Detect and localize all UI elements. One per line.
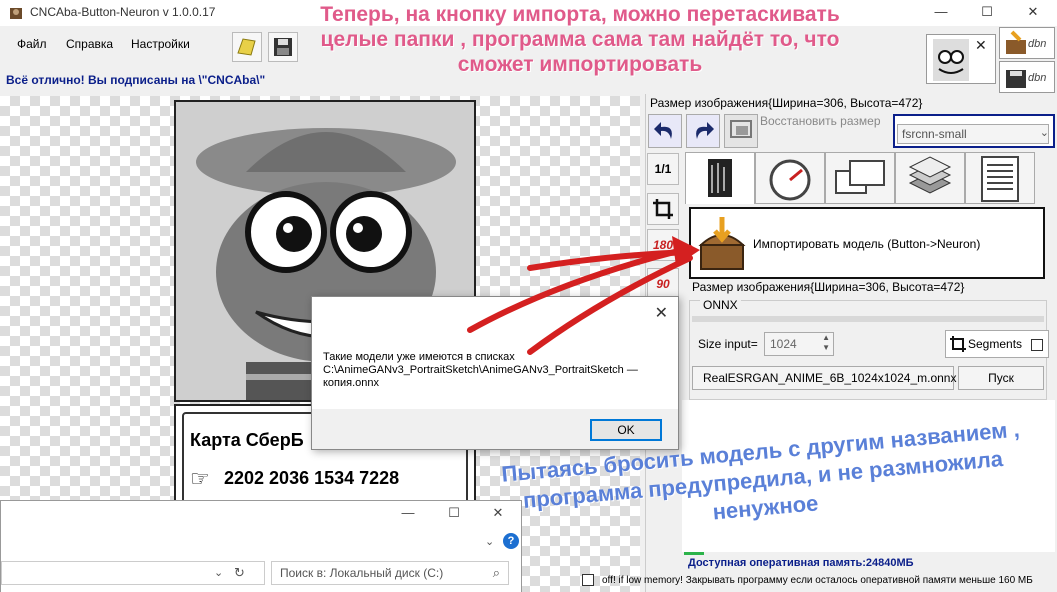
upscale-model-select[interactable]: fsrcnn-small ⌄ <box>893 114 1055 148</box>
ok-button[interactable]: OK <box>590 419 662 441</box>
rotate-180-button[interactable]: 180 <box>647 229 679 261</box>
search-placeholder: Поиск в: Локальный диск (C:) <box>280 566 444 580</box>
maximize-button[interactable]: ☐ <box>964 0 1010 26</box>
annotation-top-text: Теперь, на кнопку импорта, можно перетас… <box>320 3 840 76</box>
onnx-group-title: ONNX <box>700 298 741 312</box>
tab-layers[interactable] <box>895 152 965 204</box>
search-icon: ⌕ <box>492 565 500 580</box>
floppy-disk-icon <box>1006 70 1026 88</box>
crop-icon <box>653 199 673 219</box>
explorer-search-input[interactable]: Поиск в: Локальный диск (C:) ⌕ <box>271 561 509 585</box>
dialog-message: Такие модели уже имеются в списках C:\An… <box>323 351 638 389</box>
frog-thumbnail-image <box>933 39 969 81</box>
size-input-stepper[interactable]: 1024 ▲ ▼ <box>764 332 834 356</box>
low-memory-checkbox[interactable] <box>582 574 594 586</box>
model-select-value: fsrcnn-small <box>897 124 1049 144</box>
treasure-chest-icon <box>698 217 746 270</box>
restore-size-label: Восстановить размер <box>760 114 881 128</box>
resize-window-icon <box>730 120 752 138</box>
pointing-hand-icon: ☞ <box>190 466 210 491</box>
speedometer-icon <box>769 159 811 201</box>
memory-label: Доступная оперативная память:24840МБ <box>688 557 914 569</box>
low-memory-label: off! if low memory! Закрывать программу … <box>602 575 1033 586</box>
dialog-footer: OK <box>312 409 678 449</box>
crop-button[interactable] <box>647 193 679 225</box>
onnx-model-select[interactable]: RealESRGAN_ANIME_6B_1024x1024_m.onnx <box>692 366 956 390</box>
segments-toggle[interactable]: Segments <box>945 330 1049 358</box>
image-size-label-2: Размер изображения{Ширина=306, Высота=47… <box>692 280 965 294</box>
stepper-arrows-icon[interactable]: ▲ ▼ <box>822 333 830 353</box>
memory-indicator <box>684 552 704 555</box>
chevron-down-icon[interactable]: ⌄ <box>485 535 494 548</box>
segments-checkbox[interactable] <box>1031 339 1043 351</box>
subscription-status: Всё отлично! Вы подписаны на \"CNCAba\" <box>6 73 266 87</box>
undo-button[interactable] <box>648 114 682 148</box>
duplicate-model-dialog: ✕ Такие модели уже имеются в списках C:\… <box>311 296 679 450</box>
redo-arrow-icon <box>696 122 714 139</box>
size-input-label: Size input= <box>698 337 758 351</box>
floppy-chest-icon <box>1006 30 1026 54</box>
menu-file[interactable]: Файл <box>17 37 47 51</box>
open-button[interactable] <box>232 32 262 62</box>
thumbnail-dbn-1[interactable]: dbn <box>999 27 1055 59</box>
document-lines-icon <box>981 156 1019 202</box>
minimize-button[interactable]: — <box>918 0 964 26</box>
menu-settings[interactable]: Настройки <box>131 37 190 51</box>
undo-arrow-icon <box>654 122 672 139</box>
start-button[interactable]: Пуск <box>958 366 1044 390</box>
crop-icon <box>950 336 966 352</box>
tab-performance[interactable] <box>755 152 825 204</box>
thumbnail-label: dbn <box>1028 72 1047 84</box>
floppy-disk-icon <box>274 38 292 56</box>
scale-1-1-button[interactable]: 1/1 <box>647 153 679 185</box>
window-title: CNCAba-Button-Neuron v 1.0.0.17 <box>30 5 216 19</box>
overlapping-windows-icon <box>835 160 885 194</box>
import-model-label: Импортировать модель (Button->Neuron) <box>753 237 981 251</box>
close-button[interactable]: ✕ <box>1010 0 1056 26</box>
explorer-minimize-button[interactable]: — <box>385 505 431 520</box>
close-thumbnail-button[interactable]: ✕ <box>975 37 987 54</box>
refresh-icon[interactable]: ↻ <box>234 565 245 581</box>
layers-icon <box>908 156 952 194</box>
redo-button[interactable] <box>686 114 720 148</box>
thumbnail-dbn-2[interactable]: dbn <box>999 61 1055 93</box>
open-folder-icon <box>237 38 256 56</box>
import-model-button[interactable]: Импортировать модель (Button->Neuron) <box>689 207 1045 279</box>
tab-document[interactable] <box>965 152 1035 204</box>
file-explorer-window: — ☐ ✕ ⌄ ? ⌄ ↻ Поиск в: Локальный диск (C… <box>0 500 522 592</box>
restore-size-button[interactable] <box>724 114 758 148</box>
thumbnail-label: dbn <box>1028 38 1047 50</box>
tab-neuron[interactable] <box>685 152 755 204</box>
card-title: Карта СберБ <box>190 430 304 450</box>
menu-help[interactable]: Справка <box>66 37 113 51</box>
app-icon <box>10 8 22 19</box>
chevron-down-icon: ⌄ <box>1039 127 1049 139</box>
explorer-maximize-button[interactable]: ☐ <box>431 505 477 521</box>
neural-chip-icon <box>708 159 732 197</box>
onnx-progress-bar <box>692 316 1044 322</box>
thumbnail-frog[interactable]: ✕ <box>926 34 996 84</box>
address-bar[interactable]: ⌄ ↻ <box>1 561 265 585</box>
image-size-label: Размер изображения{Ширина=306, Высота=47… <box>650 96 923 110</box>
dialog-close-button[interactable]: ✕ <box>655 303 668 323</box>
chevron-down-icon[interactable]: ⌄ <box>214 566 223 579</box>
card-number: 2202 2036 1534 7228 <box>224 468 400 488</box>
segments-label: Segments <box>968 337 1023 351</box>
save-button[interactable] <box>268 32 298 62</box>
size-input-value: 1024 <box>770 337 797 351</box>
tab-windows[interactable] <box>825 152 895 204</box>
